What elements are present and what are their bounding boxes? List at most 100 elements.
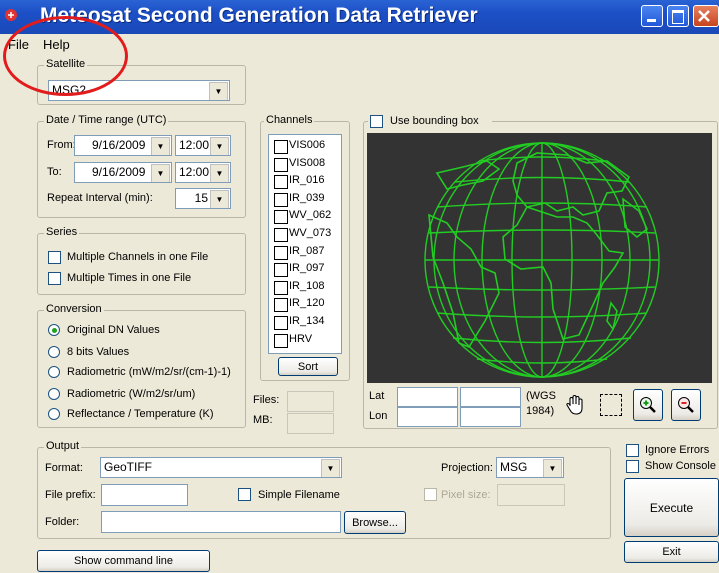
minimize-button[interactable] bbox=[641, 5, 663, 27]
zoom-out-icon bbox=[678, 397, 694, 413]
channel-checkbox[interactable] bbox=[274, 157, 288, 172]
app-icon bbox=[5, 9, 17, 21]
bbox-label: Use bounding box bbox=[390, 115, 479, 127]
channel-list[interactable]: VIS006 VIS008 IR_016 IR_039 WV_062 WV_073 IR_0… bbox=[268, 134, 342, 354]
maximize-button[interactable] bbox=[667, 5, 689, 27]
zoom-in-button[interactable] bbox=[633, 389, 663, 421]
browse-button[interactable]: Browse... bbox=[344, 511, 406, 534]
projection-value: MSG bbox=[500, 460, 528, 474]
conv-option-label: Radiometric (W/m2/sr/um) bbox=[67, 388, 196, 400]
lon-min-input[interactable] bbox=[397, 407, 458, 427]
conv-radiometric-cm-radio[interactable] bbox=[48, 366, 60, 378]
channel-label: IR_016 bbox=[289, 174, 325, 187]
conv-8bit-radio[interactable] bbox=[48, 346, 60, 358]
chevron-down-icon: ▼ bbox=[151, 137, 170, 155]
hand-icon[interactable] bbox=[560, 389, 590, 421]
files-label: Files: bbox=[253, 394, 280, 406]
folder-input[interactable] bbox=[101, 511, 341, 533]
channel-checkbox[interactable] bbox=[274, 192, 288, 207]
multi-times-label: Multiple Times in one File bbox=[67, 272, 192, 284]
files-count-field bbox=[287, 391, 334, 412]
pixel-size-checkbox bbox=[424, 488, 437, 501]
from-time-picker[interactable]: 12:00 ▼ bbox=[175, 135, 231, 156]
sort-button[interactable]: Sort bbox=[278, 357, 338, 376]
channel-label: IR_097 bbox=[289, 262, 325, 275]
channel-label: WV_073 bbox=[289, 227, 332, 239]
channel-checkbox[interactable] bbox=[274, 245, 288, 260]
multi-channels-checkbox[interactable] bbox=[48, 251, 61, 264]
output-legend: Output bbox=[44, 440, 82, 452]
chevron-down-icon: ▼ bbox=[209, 82, 228, 100]
bbox-checkbox[interactable] bbox=[370, 115, 383, 128]
format-value: GeoTIFF bbox=[104, 460, 153, 474]
repeat-select[interactable]: 15 ▼ bbox=[175, 188, 231, 209]
lat-min-input[interactable] bbox=[397, 387, 458, 407]
satellite-legend: Satellite bbox=[44, 58, 88, 70]
folder-label: Folder: bbox=[45, 516, 80, 528]
wgs-label-line1: (WGS bbox=[526, 390, 556, 402]
lat-label: Lat bbox=[369, 390, 385, 402]
ignore-errors-checkbox[interactable] bbox=[626, 444, 639, 457]
channel-checkbox[interactable] bbox=[274, 263, 288, 278]
channel-checkbox[interactable] bbox=[274, 333, 288, 348]
execute-button[interactable]: Execute bbox=[624, 478, 719, 537]
show-console-label: Show Console bbox=[645, 460, 716, 472]
simple-filename-checkbox[interactable] bbox=[238, 488, 251, 501]
channel-checkbox[interactable] bbox=[274, 298, 288, 313]
conv-original-radio[interactable] bbox=[48, 324, 60, 336]
channel-checkbox[interactable] bbox=[274, 280, 288, 295]
channel-checkbox[interactable] bbox=[274, 316, 288, 330]
channel-label: IR_120 bbox=[289, 297, 325, 310]
channels-legend: Channels bbox=[264, 114, 315, 126]
zoom-out-button[interactable] bbox=[671, 389, 701, 421]
repeat-label: Repeat Interval (min): bbox=[47, 192, 153, 204]
to-time-picker[interactable]: 12:00 ▼ bbox=[175, 162, 231, 183]
series-legend: Series bbox=[44, 226, 80, 238]
projection-label: Projection: bbox=[441, 462, 493, 474]
channel-checkbox[interactable] bbox=[274, 210, 288, 225]
earth-map[interactable] bbox=[367, 133, 712, 383]
menu-help[interactable]: Help bbox=[43, 37, 70, 52]
from-date-value: 9/16/2009 bbox=[92, 138, 146, 152]
channel-checkbox[interactable] bbox=[274, 228, 288, 242]
from-time-value: 12:00 bbox=[179, 138, 210, 152]
lon-max-input[interactable] bbox=[460, 407, 521, 427]
datetime-legend: Date / Time range (UTC) bbox=[44, 114, 169, 126]
format-label: Format: bbox=[45, 462, 83, 474]
exit-button[interactable]: Exit bbox=[624, 541, 719, 563]
menu-file[interactable]: File bbox=[8, 37, 29, 52]
show-console-checkbox[interactable] bbox=[626, 460, 639, 473]
conv-option-label: Radiometric (mW/m2/sr/(cm-1)-1) bbox=[67, 366, 231, 378]
prefix-input[interactable] bbox=[101, 484, 188, 506]
to-time-value: 12:00 bbox=[179, 165, 210, 179]
format-select[interactable]: GeoTIFF ▼ bbox=[100, 457, 342, 478]
chevron-down-icon: ▼ bbox=[210, 137, 229, 155]
channel-checkbox[interactable] bbox=[274, 175, 288, 190]
multi-channels-label: Multiple Channels in one File bbox=[67, 251, 209, 263]
projection-select[interactable]: MSG ▼ bbox=[496, 457, 564, 478]
conv-radiometric-um-radio[interactable] bbox=[48, 388, 60, 400]
to-date-picker[interactable]: 9/16/2009 ▼ bbox=[74, 162, 172, 183]
channel-checkbox[interactable] bbox=[274, 140, 288, 154]
prefix-label: File prefix: bbox=[45, 489, 96, 501]
zoom-in-icon bbox=[640, 397, 656, 413]
channel-label: VIS008 bbox=[289, 156, 326, 169]
channel-label: WV_062 bbox=[289, 209, 332, 222]
chevron-down-icon: ▼ bbox=[210, 190, 229, 208]
multi-times-checkbox[interactable] bbox=[48, 272, 61, 285]
lat-max-input[interactable] bbox=[460, 387, 521, 407]
pixel-size-label: Pixel size: bbox=[441, 489, 491, 501]
chevron-down-icon: ▼ bbox=[543, 459, 562, 477]
window-title: Meteosat Second Generation Data Retrieve… bbox=[40, 4, 478, 27]
select-rect-icon[interactable] bbox=[596, 389, 626, 421]
from-date-picker[interactable]: 9/16/2009 ▼ bbox=[74, 135, 172, 156]
satellite-select[interactable]: MSG2 ▼ bbox=[48, 80, 230, 101]
close-button[interactable] bbox=[693, 5, 719, 27]
channel-label: IR_134 bbox=[289, 315, 325, 327]
conversion-legend: Conversion bbox=[44, 303, 104, 315]
conv-reflectance-radio[interactable] bbox=[48, 408, 60, 420]
show-command-line-button[interactable]: Show command line bbox=[37, 550, 210, 572]
menu-bar bbox=[0, 34, 719, 54]
close-icon bbox=[698, 10, 710, 22]
pixel-size-input bbox=[497, 484, 565, 506]
